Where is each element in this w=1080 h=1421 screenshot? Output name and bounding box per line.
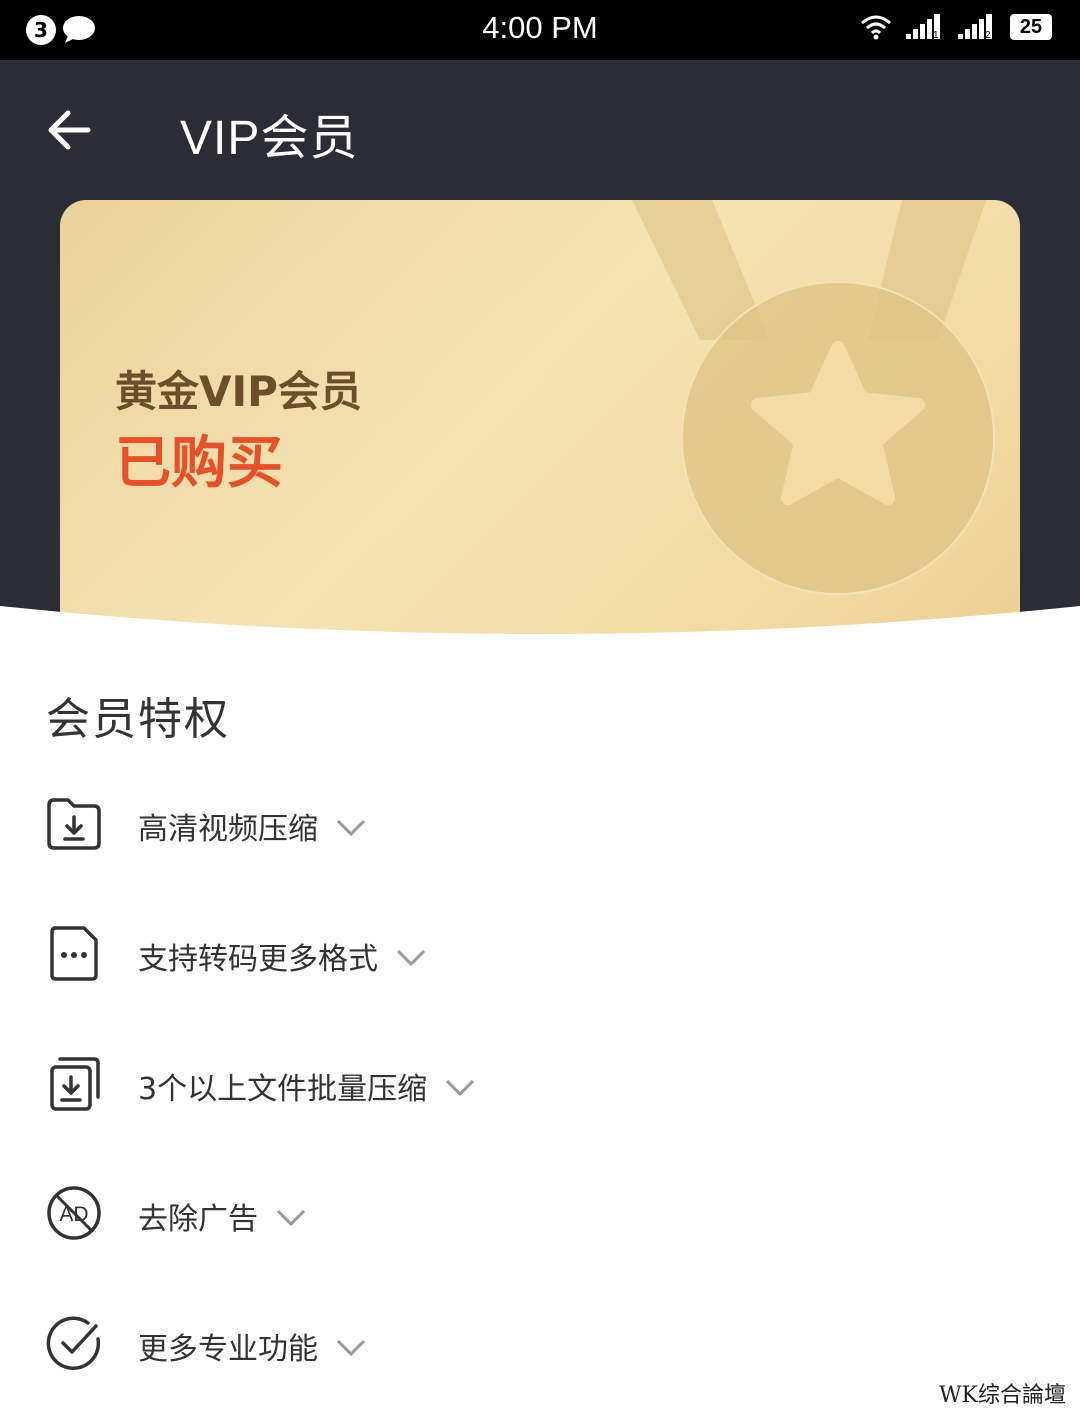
feature-label: 高清视频压缩 [138,812,318,847]
feature-item-remove-ads[interactable]: AD 去除广告 [0,1158,1080,1268]
chevron-down-icon [276,1209,306,1226]
no-ad-icon: AD [47,1186,101,1240]
feature-label: 去除广告 [138,1202,258,1237]
content-sheet-curve [0,606,1080,670]
status-bar: 3 4:00 PM 1 2 25 [0,0,1080,60]
feature-item-batch-compression[interactable]: 3个以上文件批量压缩 [0,1028,1080,1138]
signal-sim1-icon: 1 [906,14,940,40]
sim2-label: 2 [985,30,991,40]
chevron-down-icon [336,1339,366,1356]
membership-tier-title: 黄金VIP会员 [115,367,362,416]
feature-item-pro-features[interactable]: 更多专业功能 [0,1288,1080,1398]
batch-download-icon [50,1057,100,1111]
chevron-down-icon [396,949,426,966]
battery-icon: 25 [1010,14,1052,40]
sim1-label: 1 [933,30,939,40]
feature-item-more-formats[interactable]: 支持转码更多格式 [0,898,1080,1008]
section-title: 会员特权 [46,694,230,745]
watermark: WK综合論壇 [938,1383,1066,1408]
check-circle-icon [46,1316,101,1370]
signal-sim2-icon: 2 [958,14,992,40]
feature-label: 更多专业功能 [138,1332,318,1367]
feature-label: 3个以上文件批量压缩 [138,1072,428,1107]
chevron-down-icon [336,819,366,836]
svg-text:AD: AD [59,1203,88,1226]
purchase-status: 已购买 [115,431,283,496]
feature-item-hd-video-compression[interactable]: 高清视频压缩 [0,768,1080,878]
folder-download-icon [47,798,101,850]
feature-label: 支持转码更多格式 [138,942,378,977]
back-arrow-icon[interactable] [40,105,100,155]
chevron-down-icon [446,1079,475,1096]
status-icons: 1 2 25 [860,14,1052,40]
wifi-icon [861,15,891,40]
page-title: VIP会员 [180,112,359,165]
document-more-icon [50,926,98,981]
